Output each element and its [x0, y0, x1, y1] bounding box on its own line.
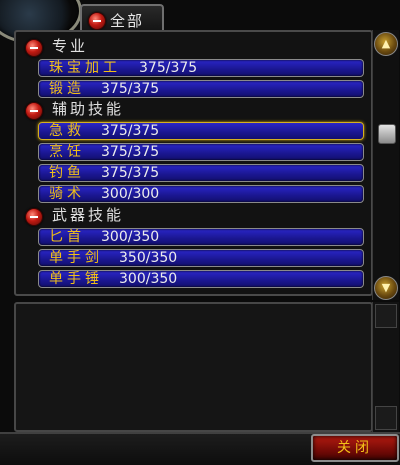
skill-header-profession[interactable]: 专业	[16, 36, 371, 57]
skill-rank-bar[interactable]: 骑术 300/300	[38, 185, 364, 203]
skill-row[interactable]: 单手锤 300/350	[16, 269, 371, 290]
skill-name: 锻造	[49, 81, 85, 97]
skill-name: 烹饪	[49, 144, 85, 160]
skill-row[interactable]: 钓鱼 375/375	[16, 163, 371, 184]
collapse-secondary-icon[interactable]	[25, 102, 43, 120]
skill-header-label: 武器技能	[52, 206, 125, 224]
skill-name: 单手锤	[49, 271, 103, 287]
skill-rank-bar[interactable]: 单手锤 300/350	[38, 270, 364, 288]
skill-value: 300/300	[101, 186, 160, 202]
skill-rank-bar[interactable]: 锻造 375/375	[38, 80, 364, 98]
detail-scroll-down-button[interactable]	[375, 406, 397, 430]
skill-value: 300/350	[119, 271, 178, 287]
skill-value: 300/350	[101, 229, 160, 245]
skill-rank-bar[interactable]: 匕首 300/350	[38, 228, 364, 246]
skill-name: 单手剑	[49, 250, 103, 266]
skill-name: 骑术	[49, 186, 85, 202]
skill-value: 375/375	[101, 81, 160, 97]
skill-row[interactable]: 骑术 300/300	[16, 184, 371, 205]
collapse-profession-icon[interactable]	[25, 39, 43, 57]
scroll-down-button[interactable]: ▼	[374, 276, 398, 300]
skill-row[interactable]: 匕首 300/350	[16, 227, 371, 248]
skill-value: 375/375	[101, 165, 160, 181]
skill-row[interactable]: 珠宝加工 375/375	[16, 58, 371, 79]
skill-row[interactable]: 烹饪 375/375	[16, 142, 371, 163]
scroll-down-arrow-icon: ▼	[381, 281, 391, 294]
skill-rank-bar[interactable]: 钓鱼 375/375	[38, 164, 364, 182]
close-button-label: 关闭	[337, 440, 373, 456]
skill-value: 375/375	[139, 60, 198, 76]
skill-header-label: 专业	[52, 37, 89, 55]
detail-scroll-up-button[interactable]	[375, 304, 397, 328]
skill-list: 专业 珠宝加工 375/375 锻造 375/375 辅助技能 急救 375/3…	[14, 30, 373, 296]
close-button[interactable]: 关闭	[311, 434, 399, 462]
detail-scrollbar[interactable]	[372, 302, 399, 432]
skill-value: 375/375	[101, 144, 160, 160]
skill-name: 急救	[49, 123, 85, 139]
scrollbar-thumb[interactable]	[378, 124, 396, 144]
scroll-up-button[interactable]: ▲	[374, 32, 398, 56]
skill-name: 钓鱼	[49, 165, 85, 181]
scroll-up-arrow-icon: ▲	[381, 37, 391, 50]
skill-row[interactable]: 急救 375/375	[16, 121, 371, 142]
collapse-all-toggle-icon[interactable]	[88, 12, 106, 30]
skill-rank-bar[interactable]: 珠宝加工 375/375	[38, 59, 364, 77]
skill-header-weapon[interactable]: 武器技能	[16, 205, 371, 226]
skill-row[interactable]: 单手剑 350/350	[16, 248, 371, 269]
skill-value: 350/350	[119, 250, 178, 266]
skill-header-label: 辅助技能	[52, 100, 125, 118]
skills-window: 全部 专业 珠宝加工 375/375 锻造 375/375 辅助技能 急救 37…	[0, 0, 400, 465]
skill-row[interactable]: 锻造 375/375	[16, 79, 371, 100]
skill-detail-panel	[14, 302, 373, 432]
skill-header-secondary[interactable]: 辅助技能	[16, 99, 371, 120]
skill-rank-bar[interactable]: 单手剑 350/350	[38, 249, 364, 267]
skill-value: 375/375	[101, 123, 160, 139]
collapse-weapon-icon[interactable]	[25, 208, 43, 226]
skill-name: 珠宝加工	[49, 60, 121, 76]
tab-all-label: 全部	[110, 12, 145, 30]
skill-rank-bar[interactable]: 烹饪 375/375	[38, 143, 364, 161]
skill-rank-bar-selected[interactable]: 急救 375/375	[38, 122, 364, 140]
skill-list-scrollbar[interactable]	[372, 30, 399, 300]
skill-name: 匕首	[49, 229, 85, 245]
